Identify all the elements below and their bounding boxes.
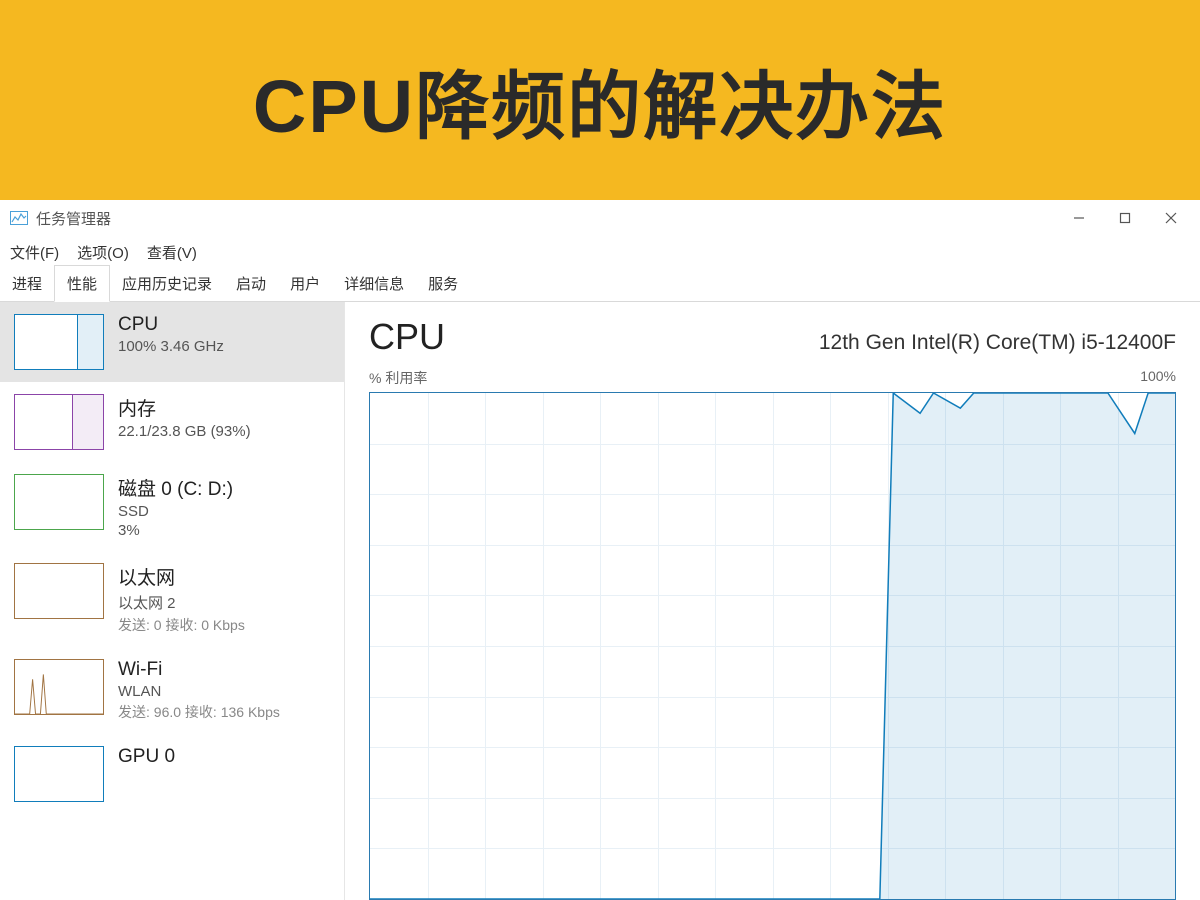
tabbar: 进程 性能 应用历史记录 启动 用户 详细信息 服务 xyxy=(0,268,1200,302)
titlebar: 任务管理器 xyxy=(0,200,1200,236)
cpu-title: CPU xyxy=(118,314,224,336)
sidebar-item-disk[interactable]: 磁盘 0 (C: D:) SSD 3% xyxy=(0,462,344,551)
tab-startup[interactable]: 启动 xyxy=(224,266,278,301)
close-button[interactable] xyxy=(1148,203,1194,233)
task-manager-window: 任务管理器 文件(F) 选项(O) 查看(V) 进程 性能 应用历史记录 启动 … xyxy=(0,200,1200,900)
tab-performance[interactable]: 性能 xyxy=(54,265,110,302)
tab-processes[interactable]: 进程 xyxy=(0,266,54,301)
main-panel: CPU 12th Gen Intel(R) Core(TM) i5-12400F… xyxy=(345,302,1200,900)
ethernet-thumb-icon xyxy=(14,563,104,619)
task-manager-icon xyxy=(10,211,28,225)
window-controls xyxy=(1056,203,1194,233)
cpu-thumb-icon xyxy=(14,314,104,370)
graph-labels: % 利用率 100% xyxy=(369,368,1176,388)
sidebar-item-cpu[interactable]: CPU 100% 3.46 GHz xyxy=(0,302,344,382)
wifi-title: Wi-Fi xyxy=(118,659,280,681)
disk-text: 磁盘 0 (C: D:) SSD 3% xyxy=(118,474,233,539)
wifi-sub2: 发送: 96.0 接收: 136 Kbps xyxy=(118,702,280,722)
menu-options[interactable]: 选项(O) xyxy=(77,242,129,263)
ethernet-title: 以太网 xyxy=(118,563,245,590)
content: CPU 100% 3.46 GHz 内存 22.1/23.8 GB (93%) … xyxy=(0,302,1200,900)
wifi-thumb-icon xyxy=(14,659,104,715)
gpu-thumb-icon xyxy=(14,746,104,802)
disk-sub2: 3% xyxy=(118,522,233,539)
disk-thumb-icon xyxy=(14,474,104,530)
minimize-button[interactable] xyxy=(1056,203,1102,233)
tab-services[interactable]: 服务 xyxy=(416,266,470,301)
wifi-text: Wi-Fi WLAN 发送: 96.0 接收: 136 Kbps xyxy=(118,659,280,722)
sidebar-item-wifi[interactable]: Wi-Fi WLAN 发送: 96.0 接收: 136 Kbps xyxy=(0,647,344,734)
cpu-model: 12th Gen Intel(R) Core(TM) i5-12400F xyxy=(819,331,1176,355)
cpu-utilization-graph xyxy=(369,392,1176,900)
banner: CPU降频的解决办法 xyxy=(0,0,1200,200)
tab-details[interactable]: 详细信息 xyxy=(332,266,416,301)
maximize-button[interactable] xyxy=(1102,203,1148,233)
ethernet-sub: 以太网 2 xyxy=(118,592,245,613)
cpu-sub: 100% 3.46 GHz xyxy=(118,338,224,355)
wifi-sub: WLAN xyxy=(118,683,280,700)
sidebar-item-ethernet[interactable]: 以太网 以太网 2 发送: 0 接收: 0 Kbps xyxy=(0,551,344,647)
menu-file[interactable]: 文件(F) xyxy=(10,242,59,263)
memory-sub: 22.1/23.8 GB (93%) xyxy=(118,423,251,440)
performance-sidebar: CPU 100% 3.46 GHz 内存 22.1/23.8 GB (93%) … xyxy=(0,302,345,900)
memory-title: 内存 xyxy=(118,394,251,421)
graph-label-left: % 利用率 xyxy=(369,368,427,388)
gpu-title: GPU 0 xyxy=(118,746,175,768)
tab-app-history[interactable]: 应用历史记录 xyxy=(110,266,224,301)
ethernet-sub2: 发送: 0 接收: 0 Kbps xyxy=(118,615,245,635)
menubar: 文件(F) 选项(O) 查看(V) xyxy=(0,236,1200,268)
disk-title: 磁盘 0 (C: D:) xyxy=(118,474,233,501)
window-title: 任务管理器 xyxy=(36,208,1056,229)
gpu-text: GPU 0 xyxy=(118,746,175,770)
graph-label-right: 100% xyxy=(1140,368,1176,388)
memory-thumb-icon xyxy=(14,394,104,450)
menu-view[interactable]: 查看(V) xyxy=(147,242,197,263)
banner-title: CPU降频的解决办法 xyxy=(253,47,947,154)
tab-users[interactable]: 用户 xyxy=(278,266,332,301)
sidebar-item-memory[interactable]: 内存 22.1/23.8 GB (93%) xyxy=(0,382,344,462)
cpu-graph-fill xyxy=(370,393,1175,899)
main-header: CPU 12th Gen Intel(R) Core(TM) i5-12400F xyxy=(369,316,1176,358)
memory-text: 内存 22.1/23.8 GB (93%) xyxy=(118,394,251,440)
cpu-text: CPU 100% 3.46 GHz xyxy=(118,314,224,355)
disk-sub: SSD xyxy=(118,503,233,520)
ethernet-text: 以太网 以太网 2 发送: 0 接收: 0 Kbps xyxy=(118,563,245,635)
main-title: CPU xyxy=(369,316,445,358)
sidebar-item-gpu[interactable]: GPU 0 xyxy=(0,734,344,814)
